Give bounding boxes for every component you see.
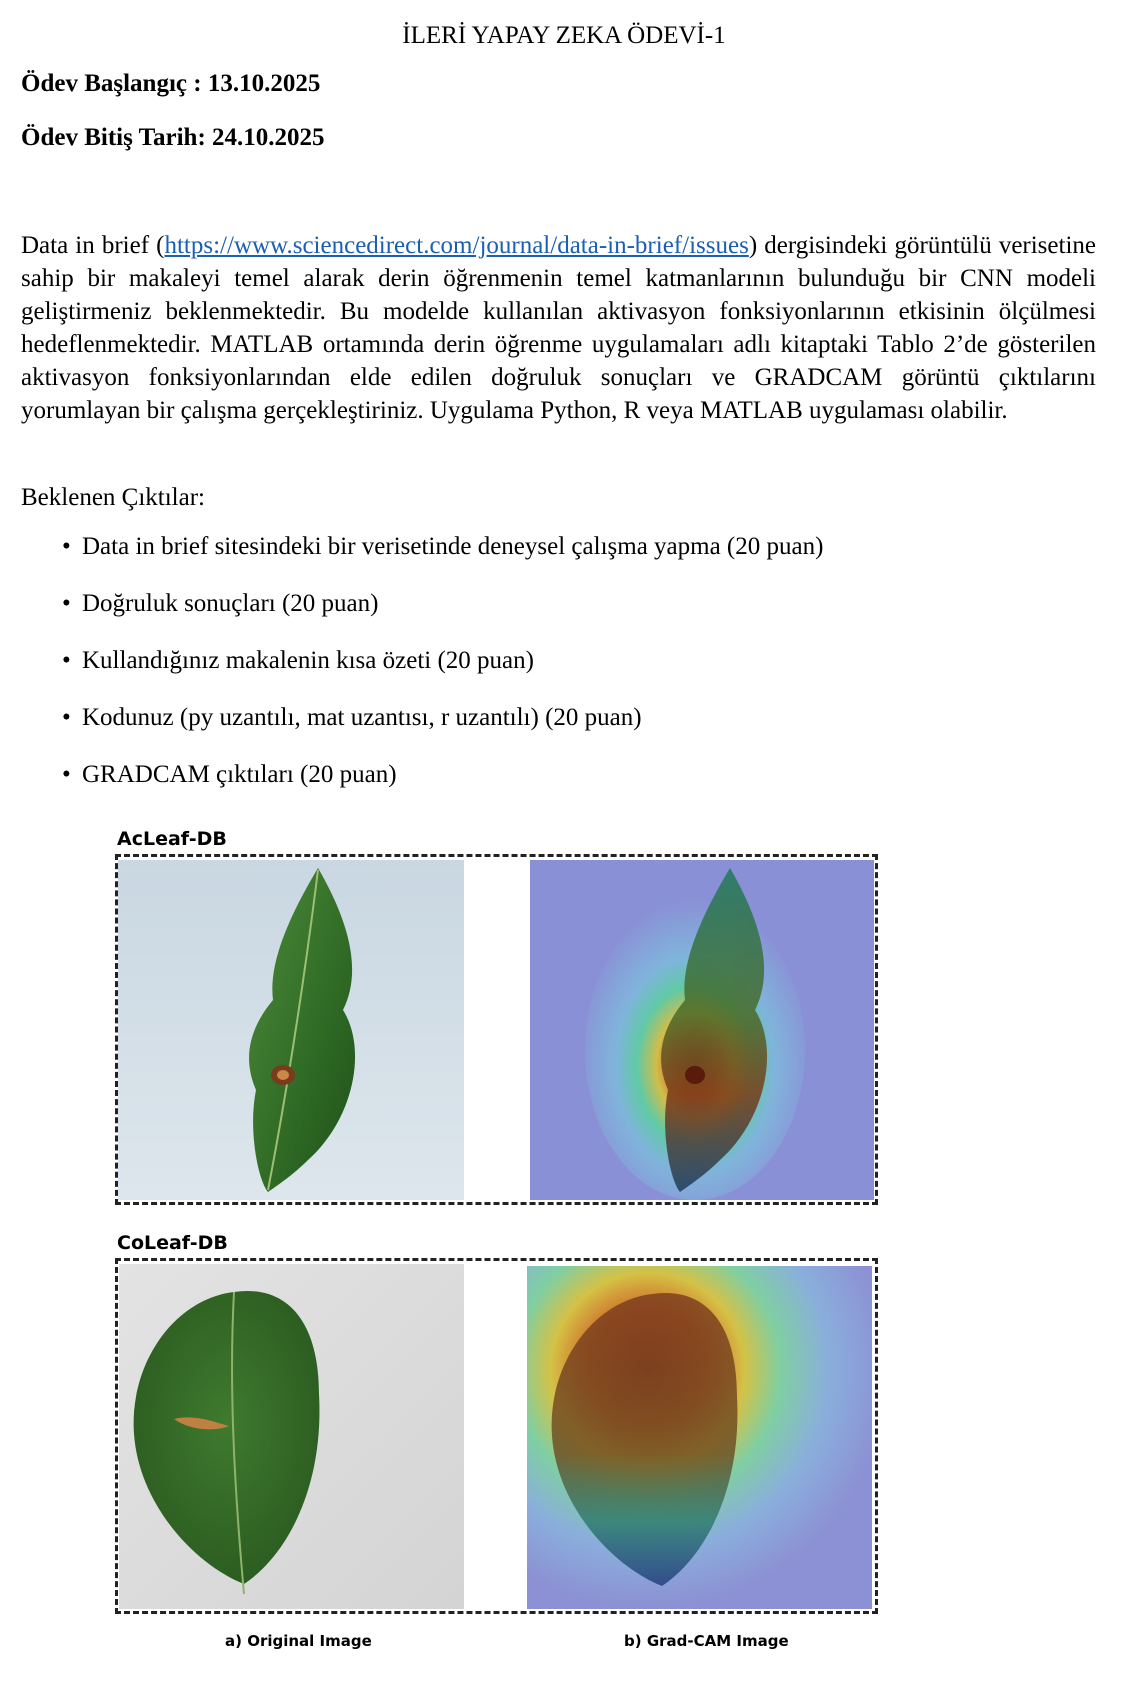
- assignment-paragraph: Data in brief (https://www.sciencedirect…: [21, 229, 1096, 427]
- acleaf-gradcam-image: [530, 860, 874, 1200]
- document-page: İLERİ YAPAY ZEKA ÖDEVİ-1 Ödev Başlangıç …: [0, 0, 1128, 1682]
- end-date: Ödev Bitiş Tarih: 24.10.2025: [21, 124, 325, 151]
- bullet-icon: •: [62, 647, 71, 674]
- bullet-icon: •: [62, 761, 71, 788]
- bullet-icon: •: [62, 590, 71, 617]
- list-item: • Doğruluk sonuçları (20 puan): [62, 590, 379, 617]
- start-date: Ödev Başlangıç : 13.10.2025: [21, 70, 321, 97]
- list-item: • Kullandığınız makalenin kısa özeti (20 …: [62, 647, 534, 674]
- list-item: • GRADCAM çıktıları (20 puan): [62, 761, 397, 788]
- caption-original: a) Original Image: [225, 1632, 372, 1650]
- data-in-brief-link[interactable]: https://www.sciencedirect.com/journal/da…: [164, 232, 748, 259]
- page-title: İLERİ YAPAY ZEKA ÖDEVİ-1: [402, 22, 726, 49]
- acleaf-original-image: [118, 860, 464, 1200]
- paragraph-rest: ) dergisindeki görüntülü verisetine sahi…: [21, 232, 1096, 424]
- bullet-icon: •: [62, 704, 71, 731]
- caption-gradcam: b) Grad-CAM Image: [624, 1632, 789, 1650]
- expected-outputs-list: • Data in brief sitesindeki bir verisetin…: [62, 532, 823, 817]
- expected-outputs-title: Beklenen Çıktılar:: [21, 484, 205, 511]
- list-item: • Data in brief sitesindeki bir verisetin…: [62, 533, 824, 560]
- list-item: • Kodunuz (py uzantılı, mat uzantısı, r u…: [62, 704, 642, 731]
- coleaf-original-image: [119, 1264, 464, 1609]
- coleaf-db-label: CoLeaf-DB: [117, 1232, 228, 1254]
- paragraph-intro: Data in brief (: [21, 232, 165, 259]
- bullet-icon: •: [62, 533, 71, 560]
- acleaf-db-label: AcLeaf-DB: [117, 828, 227, 850]
- coleaf-gradcam-image: [527, 1266, 872, 1609]
